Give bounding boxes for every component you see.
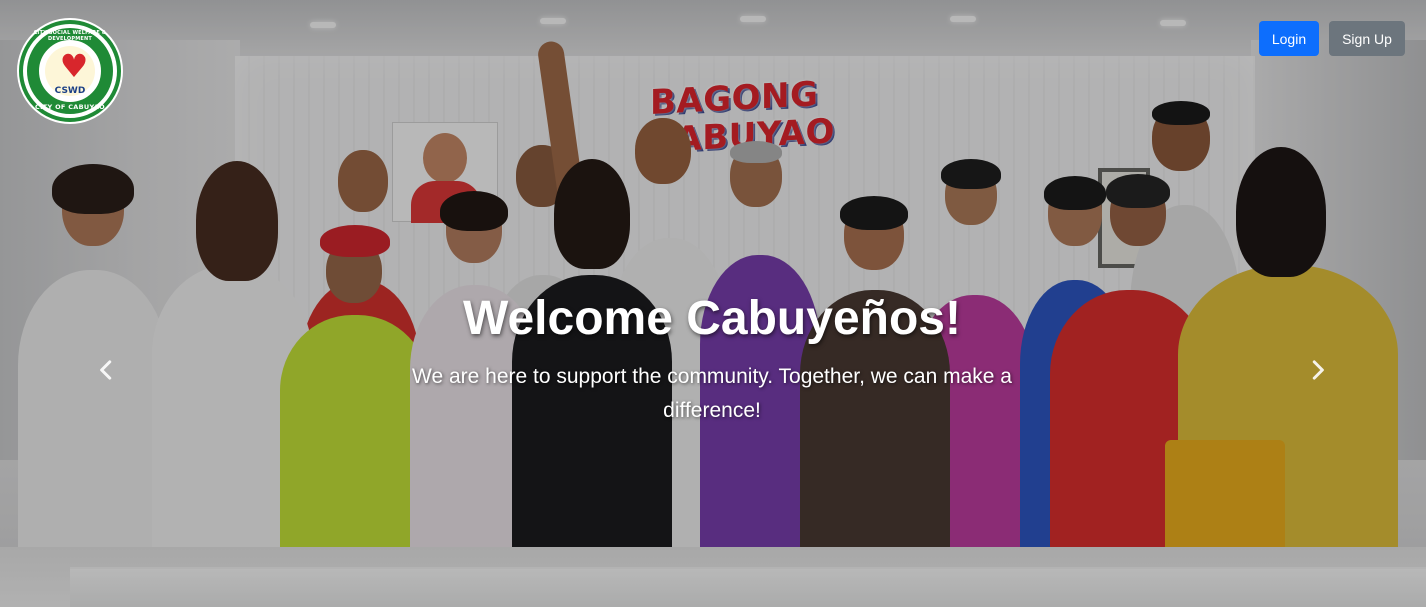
sign-up-button[interactable]: Sign Up [1329,21,1405,56]
heart-icon: ♥ [59,47,89,85]
hero-title: Welcome Cabuyeños! [463,292,961,345]
chevron-right-icon [1312,360,1324,380]
logo-bottom-text: CITY OF CABUYAO [35,103,105,111]
hero-subtitle: We are here to support the community. To… [412,365,1012,422]
cswd-logo[interactable]: ♥ CITY SOCIAL WELFARE & DEVELOPMENT CSWD… [19,20,121,122]
chevron-left-icon [100,360,112,380]
carousel-prev-button[interactable] [76,340,136,400]
hero-caption: Welcome Cabuyeños! We are here to suppor… [362,290,1062,428]
logo-abbr-text: CSWD [54,86,86,96]
carousel-next-button[interactable] [1288,340,1348,400]
login-button[interactable]: Login [1259,21,1319,56]
hero-carousel: BAGONG CABUYAO ♥ CITY SOCIAL WELFARE & D… [0,0,1426,607]
logo-top-text: CITY SOCIAL WELFARE & DEVELOPMENT [33,30,107,42]
